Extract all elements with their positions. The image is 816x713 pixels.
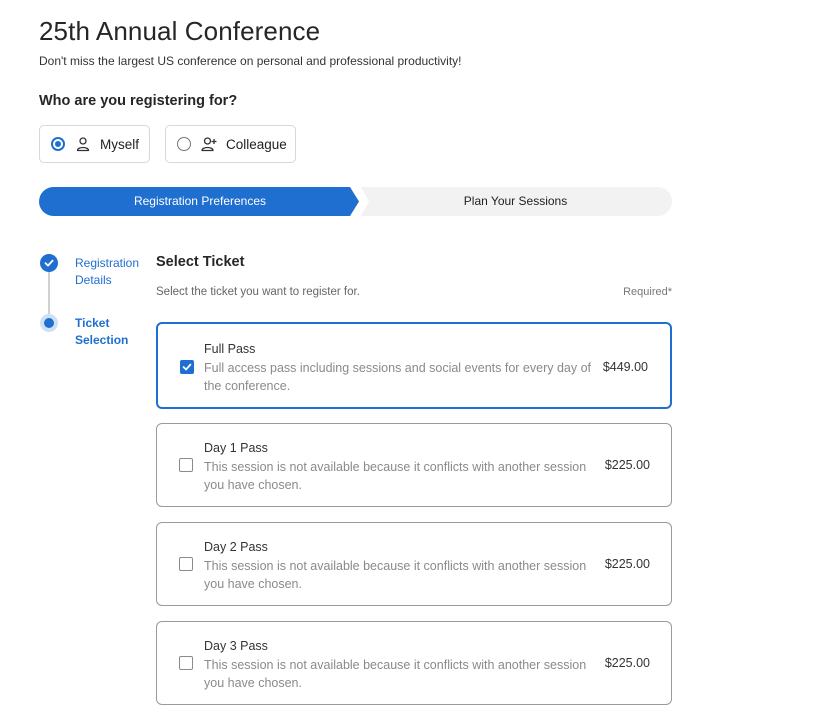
ticket-full-pass[interactable]: Full Pass Full access pass including ses… [156,322,672,409]
checkmark-icon [44,259,54,267]
myself-radio[interactable] [51,137,65,151]
ticket-day-2-pass[interactable]: Day 2 Pass This session is not available… [156,522,672,606]
ticket-day-1-pass[interactable]: Day 1 Pass This session is not available… [156,423,672,507]
ticket-description: This session is not available because it… [204,460,587,492]
step-plan-your-sessions[interactable]: Plan Your Sessions [359,187,672,216]
ticket-description: This session is not available because it… [204,658,587,690]
colleague-radio[interactable] [177,137,191,151]
page-title: 25th Annual Conference [39,16,321,46]
option-colleague[interactable]: Colleague [165,125,296,163]
registrant-question: Who are you registering for? [39,93,238,109]
sidebar-step-ticket-selection[interactable]: Ticket Selection [75,315,150,349]
step-registration-preferences[interactable]: Registration Preferences [39,187,361,216]
step-current-icon [40,314,58,332]
required-indicator: Required* [623,286,672,298]
option-colleague-label: Colleague [226,136,287,152]
person-icon [76,137,90,152]
ticket-day-3-pass[interactable]: Day 3 Pass This session is not available… [156,621,672,705]
ticket-price: $225.00 [604,557,650,571]
ticket-checkbox[interactable] [179,557,193,571]
ticket-checkbox[interactable] [180,360,194,374]
ticket-price: $225.00 [604,656,650,670]
ticket-name: Day 2 Pass [204,540,268,554]
step-current-dot [44,318,54,328]
ticket-name: Day 1 Pass [204,441,268,455]
sidebar-step-registration-details[interactable]: Registration Details [75,255,150,289]
ticket-checkbox[interactable] [179,458,193,472]
ticket-name: Day 3 Pass [204,639,268,653]
section-title: Select Ticket [156,254,245,270]
person-add-icon [201,137,217,152]
ticket-name: Full Pass [204,342,256,356]
ticket-hint: Select the ticket you want to register f… [156,286,360,298]
registration-stepper: Registration Preferences Plan Your Sessi… [39,187,672,216]
ticket-price: $449.00 [602,360,648,374]
ticket-description: This session is not available because it… [204,559,587,591]
ticket-description: Full access pass including sessions and … [204,361,591,393]
ticket-price: $225.00 [604,458,650,472]
page-subtitle: Don't miss the largest US conference on … [39,54,462,68]
option-myself[interactable]: Myself [39,125,150,163]
option-myself-label: Myself [100,136,140,152]
ticket-checkbox[interactable] [179,656,193,670]
checkmark-icon [182,363,192,371]
step-completed-icon [40,254,58,272]
sidebar-connector [48,272,50,320]
